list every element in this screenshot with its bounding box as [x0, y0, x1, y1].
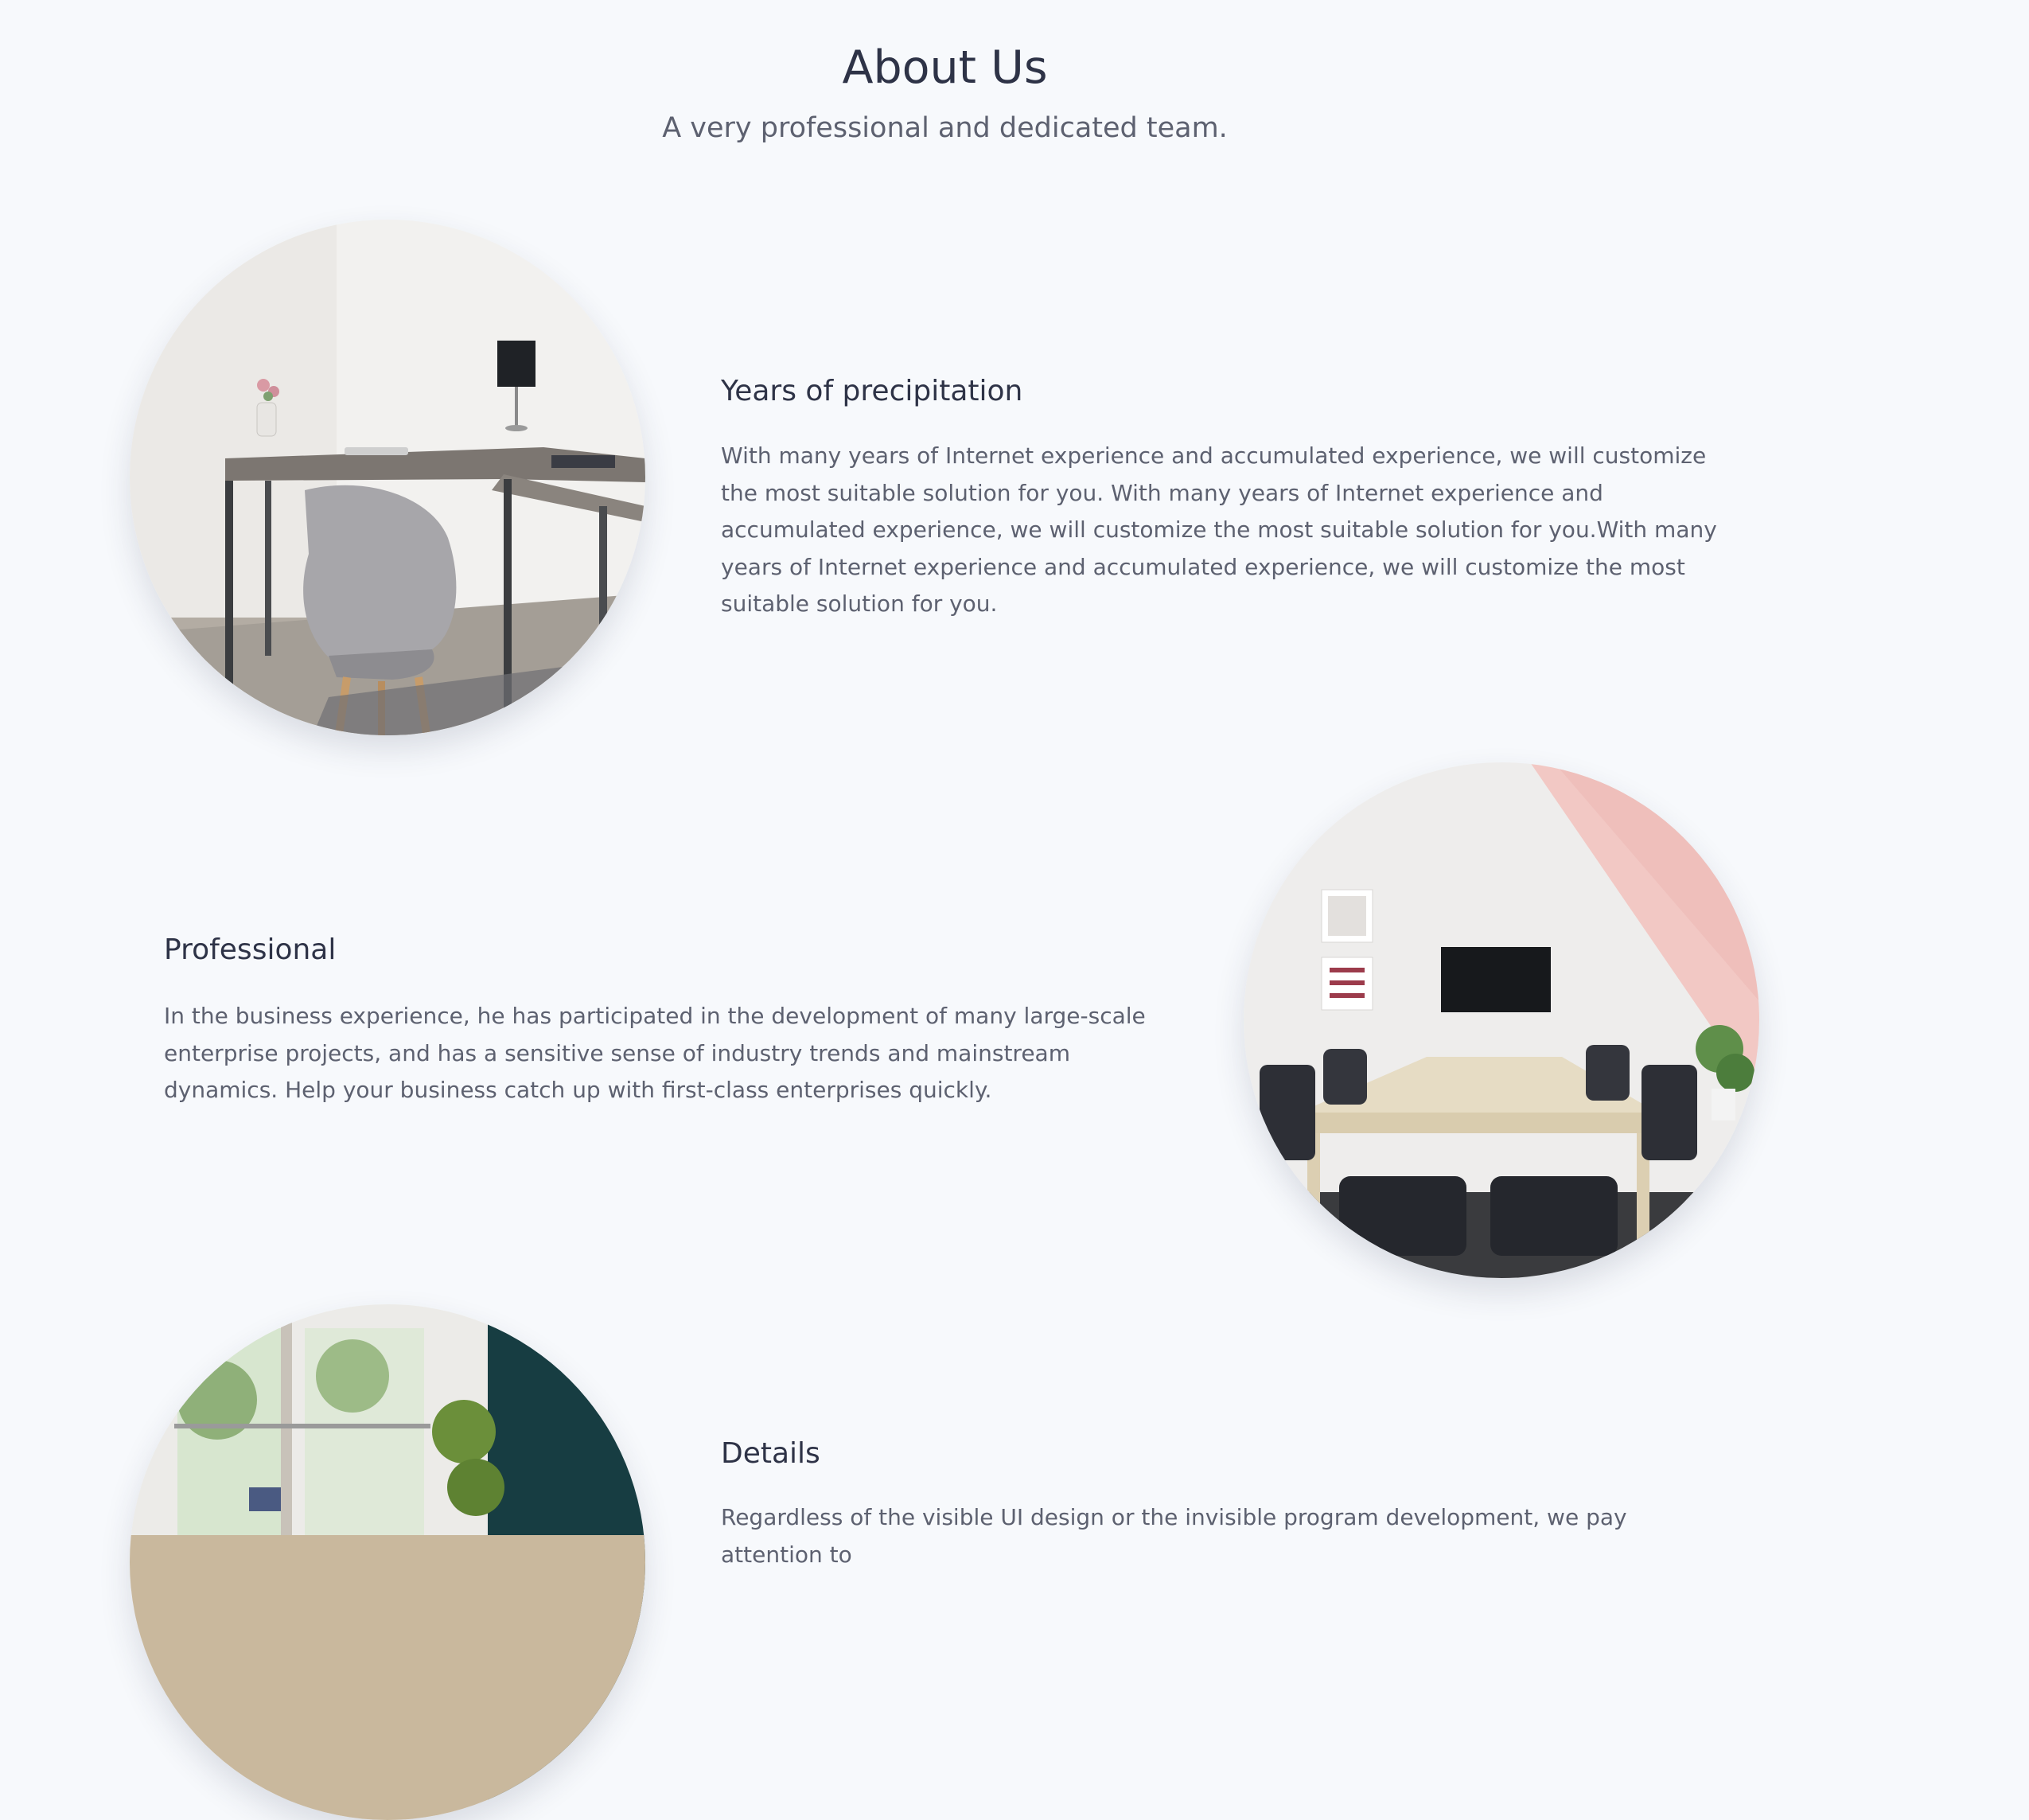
section-title-professional: Professional: [164, 933, 337, 966]
office-desk-chair-photo: [130, 220, 645, 735]
section-text-professional: In the business experience, he has parti…: [164, 1003, 1146, 1103]
meeting-room-photo: [1244, 762, 1759, 1278]
section-title-details: Details: [721, 1437, 820, 1470]
page-subtitle: A very professional and dedicated team.: [662, 112, 1228, 144]
section-text-details: Regardless of the visible UI design or t…: [721, 1504, 1627, 1568]
section-text-years-of-precipitation: With many years of Internet experience a…: [721, 442, 1717, 617]
office-interior-photo: [130, 1304, 645, 1820]
page-title: About Us: [842, 41, 1048, 94]
section-title-years-of-precipitation: Years of precipitation: [721, 375, 1023, 407]
